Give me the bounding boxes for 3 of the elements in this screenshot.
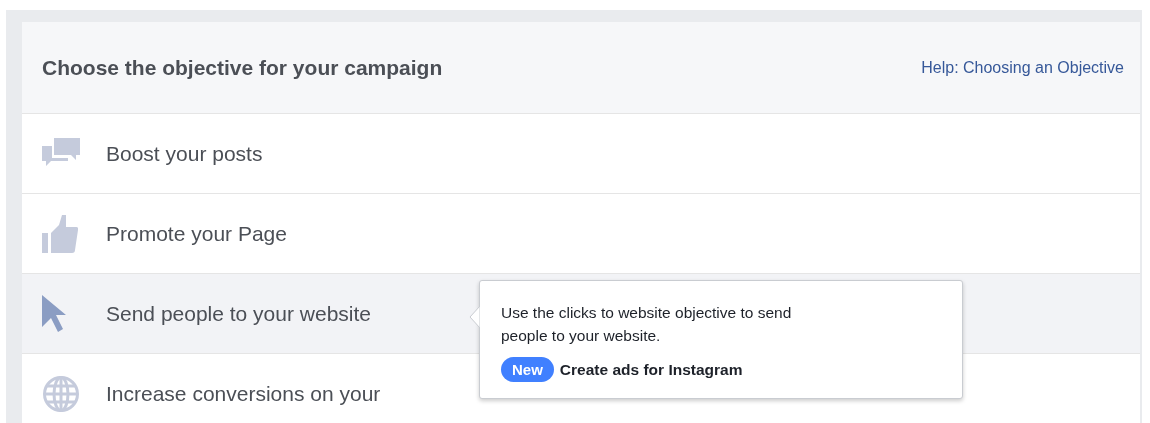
tooltip-text: Use the clicks to website objective to send people to your website. [501, 303, 793, 346]
new-badge: New [501, 357, 554, 382]
panel-title: Choose the objective for your campaign [42, 55, 443, 80]
